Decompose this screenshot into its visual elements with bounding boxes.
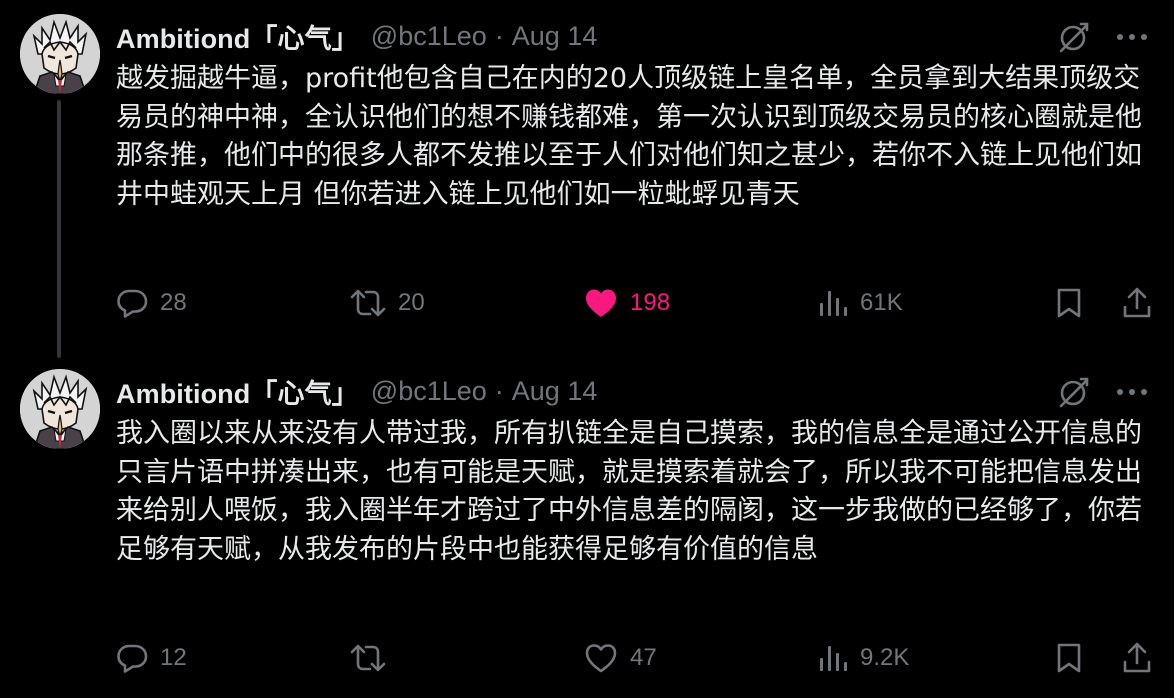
- separator-dot: ·: [494, 375, 504, 406]
- reply-icon: [117, 289, 148, 318]
- tweet-action-bar: 12 47 9.2K: [116, 638, 1152, 678]
- repost-icon: [350, 289, 386, 317]
- heart-icon: [585, 644, 617, 673]
- reply-button[interactable]: 28: [116, 283, 187, 323]
- like-count: 47: [630, 644, 657, 671]
- avatar[interactable]: [20, 14, 100, 94]
- like-button[interactable]: 198: [584, 283, 670, 323]
- tweet[interactable]: Ambitiond「心气」 @bc1Leo · Aug 14 我入圈以来从来没有…: [0, 355, 1174, 698]
- tweet-header: Ambitiond「心气」 @bc1Leo · Aug 14: [116, 371, 597, 411]
- tweet-date[interactable]: Aug 14: [512, 376, 598, 407]
- author-handle[interactable]: @bc1Leo: [371, 21, 487, 52]
- tweet-text: 我入圈以来从来没有人带过我，所有扒链全是自己摸索，我的信息全是通过公开信息的只言…: [116, 418, 1142, 565]
- repost-icon: [350, 644, 386, 672]
- thread-connector-line: [57, 100, 61, 358]
- grok-icon[interactable]: [1054, 18, 1094, 56]
- reply-button[interactable]: 12: [116, 638, 187, 678]
- tweet-date[interactable]: Aug 14: [512, 21, 598, 52]
- views-button[interactable]: 61K: [818, 283, 903, 323]
- author-handle[interactable]: @bc1Leo: [371, 376, 487, 407]
- share-button[interactable]: [1122, 283, 1152, 323]
- tweet-text: 越发掘越牛逼，profit他包含自己在内的20人顶级链上皇名单，全员拿到大结果顶…: [116, 63, 1142, 210]
- avatar[interactable]: [20, 369, 100, 449]
- reply-count: 28: [160, 289, 187, 316]
- views-count: 61K: [860, 289, 903, 316]
- share-icon: [1123, 287, 1151, 318]
- bookmark-button[interactable]: [1056, 638, 1082, 678]
- views-chart-icon: [820, 646, 847, 671]
- share-icon: [1123, 642, 1151, 673]
- more-options-icon[interactable]: [1112, 373, 1152, 411]
- grok-icon[interactable]: [1054, 373, 1094, 411]
- separator-dot: ·: [494, 20, 504, 51]
- repost-count: 20: [398, 289, 425, 316]
- like-button[interactable]: 47: [584, 638, 657, 678]
- tweet-header: Ambitiond「心气」 @bc1Leo · Aug 14: [116, 16, 597, 56]
- more-options-icon[interactable]: [1112, 18, 1152, 56]
- bookmark-button[interactable]: [1056, 283, 1082, 323]
- tweet[interactable]: Ambitiond「心气」 @bc1Leo · Aug 14 越发掘越牛逼，pr…: [0, 0, 1174, 358]
- repost-button[interactable]: [350, 638, 398, 678]
- reply-icon: [117, 644, 148, 673]
- bookmark-icon: [1057, 288, 1081, 318]
- author-display-name[interactable]: Ambitiond「心气」: [116, 372, 359, 411]
- author-display-name[interactable]: Ambitiond「心气」: [116, 17, 359, 56]
- views-count: 9.2K: [860, 644, 910, 671]
- tweet-top-actions: [1054, 18, 1152, 56]
- reply-count: 12: [160, 644, 187, 671]
- tweet-action-bar: 28 20 198 61K: [116, 283, 1152, 323]
- views-button[interactable]: 9.2K: [818, 638, 909, 678]
- heart-filled-icon: [586, 289, 616, 317]
- anime-character-avatar-icon: [20, 369, 100, 449]
- share-button[interactable]: [1122, 638, 1152, 678]
- anime-character-avatar-icon: [20, 14, 100, 94]
- like-count: 198: [630, 289, 671, 316]
- views-chart-icon: [820, 291, 847, 316]
- bookmark-icon: [1057, 643, 1081, 673]
- repost-button[interactable]: 20: [350, 283, 425, 323]
- tweet-top-actions: [1054, 373, 1152, 411]
